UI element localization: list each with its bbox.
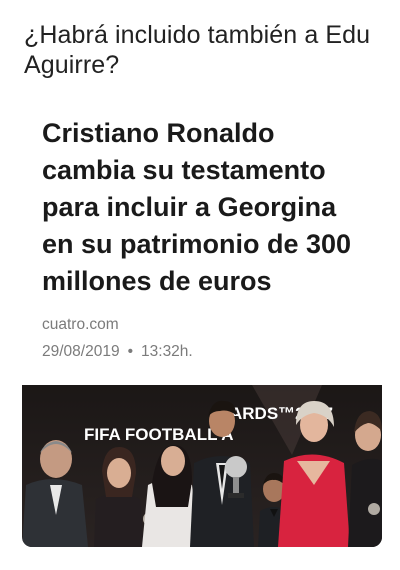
- article-source[interactable]: cuatro.com: [42, 316, 119, 334]
- news-card[interactable]: Cristiano Ronaldo cambia su testamento p…: [22, 95, 382, 565]
- article-date: 29/08/2019: [42, 343, 120, 360]
- article-headline[interactable]: Cristiano Ronaldo cambia su testamento p…: [42, 115, 362, 300]
- article-meta: 29/08/2019 • 13:32h.: [42, 343, 193, 361]
- article-time: 13:32h.: [141, 343, 193, 360]
- article-photo[interactable]: FIFA FOOTBALL A ARDS™2017: [22, 385, 382, 547]
- awards-photo-illustration: FIFA FOOTBALL A ARDS™2017: [22, 385, 382, 547]
- meta-separator: •: [127, 343, 134, 360]
- post-caption: ¿Habrá incluido también a Edu Aguirre?: [24, 21, 371, 79]
